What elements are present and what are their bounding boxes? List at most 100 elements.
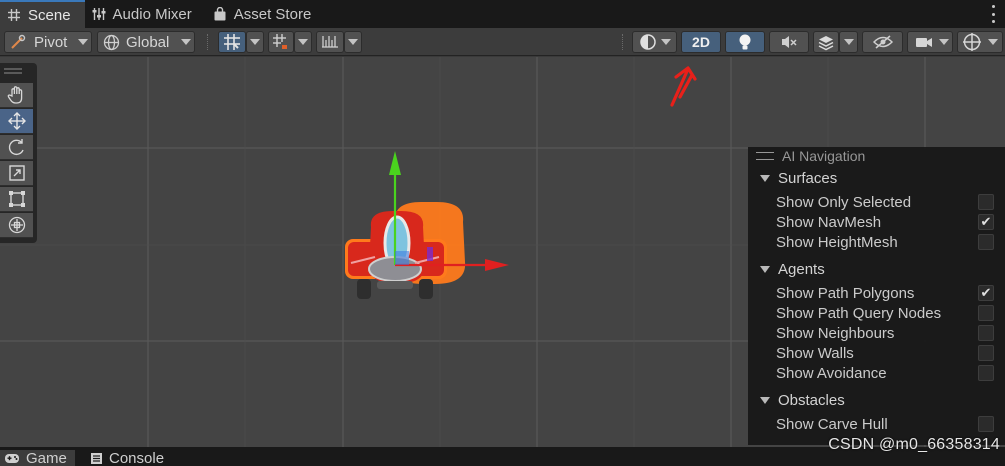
ruler-icon — [321, 34, 339, 50]
chevron-down-icon — [348, 39, 358, 45]
mixer-sliders-icon — [91, 6, 107, 22]
rect-tool-button[interactable] — [0, 187, 33, 212]
chevron-down-icon — [181, 39, 192, 45]
console-icon — [90, 452, 103, 465]
tab-label: Asset Store — [233, 5, 312, 23]
window-menu-icon[interactable] — [989, 5, 997, 23]
option-show-walls: Show Walls — [776, 345, 854, 362]
pivot-dropdown[interactable]: Pivot — [4, 31, 92, 53]
tab-label: Console — [109, 449, 165, 466]
checkmark-icon: ✔ — [980, 214, 992, 229]
gamepad-icon — [4, 452, 20, 464]
section-surfaces[interactable]: Surfaces — [760, 170, 837, 187]
audio-mute-icon — [780, 34, 798, 50]
foldout-arrow-icon — [760, 397, 770, 404]
pivot-label: Pivot — [34, 33, 68, 51]
tab-console[interactable]: Console — [90, 450, 164, 466]
gizmos-dropdown[interactable] — [957, 31, 1003, 53]
shopping-bag-icon — [212, 6, 228, 22]
tab-label: Game — [26, 449, 67, 466]
shading-mode-dropdown[interactable] — [632, 31, 677, 53]
scene-visibility-toggle[interactable] — [862, 31, 903, 53]
grid-snap-dropdown[interactable] — [246, 31, 264, 53]
shading-mode-icon — [639, 33, 657, 51]
scene-grid-icon — [6, 7, 22, 23]
2d-mode-label: 2D — [692, 34, 710, 50]
chevron-down-icon — [298, 39, 308, 45]
option-show-avoidance: Show Avoidance — [776, 365, 887, 382]
global-dropdown[interactable]: Global — [97, 31, 195, 53]
checkbox-show-heightmesh[interactable] — [978, 234, 994, 250]
move-tool-button[interactable] — [0, 109, 33, 134]
tab-audio-mixer[interactable]: Audio Mixer — [85, 0, 206, 28]
foldout-arrow-icon — [760, 175, 770, 182]
option-show-path-polygons: Show Path Polygons — [776, 285, 915, 302]
globe-icon — [103, 34, 120, 51]
2d-mode-toggle[interactable]: 2D — [681, 31, 721, 53]
camera-dropdown[interactable] — [907, 31, 953, 53]
checkbox-show-path-query-nodes[interactable] — [978, 305, 994, 321]
car-body — [345, 202, 466, 299]
watermark-text: CSDN @m0_66358314 — [828, 436, 1000, 453]
option-show-heightmesh: Show HeightMesh — [776, 234, 898, 251]
checkbox-show-navmesh[interactable]: ✔ — [978, 214, 994, 230]
checkbox-show-carve-hull[interactable] — [978, 416, 994, 432]
move-tool-icon — [7, 111, 27, 131]
checkbox-show-walls[interactable] — [978, 345, 994, 361]
section-label: Agents — [778, 261, 825, 278]
overlay-title-label: AI Navigation — [782, 148, 866, 164]
transform-tool-icon — [7, 215, 27, 235]
scene-lighting-toggle[interactable] — [725, 31, 765, 53]
checkbox-show-path-polygons[interactable]: ✔ — [978, 285, 994, 301]
drag-handle-icon[interactable] — [756, 152, 774, 160]
increment-snap-toggle[interactable] — [268, 31, 294, 53]
transform-tool-button[interactable] — [0, 213, 33, 238]
chevron-down-icon — [939, 39, 949, 45]
increment-snap-icon — [272, 33, 290, 51]
checkbox-show-avoidance[interactable] — [978, 365, 994, 381]
checkmark-icon: ✔ — [980, 285, 992, 300]
toolbar-separator — [622, 34, 624, 50]
chevron-down-icon — [843, 39, 854, 45]
checkbox-show-only-selected[interactable] — [978, 194, 994, 210]
overlay-title[interactable]: AI Navigation — [756, 148, 865, 164]
tab-asset-store[interactable]: Asset Store — [206, 0, 326, 28]
option-show-only-selected: Show Only Selected — [776, 194, 912, 211]
checkbox-show-neighbours[interactable] — [978, 325, 994, 341]
pivot-icon — [10, 34, 26, 50]
tools-palette — [0, 63, 37, 243]
effects-icon — [817, 33, 835, 51]
hand-tool-icon — [7, 85, 27, 105]
lighting-icon — [738, 33, 752, 51]
tab-scene[interactable]: Scene — [0, 0, 85, 28]
rect-tool-icon — [7, 189, 27, 209]
gizmos-icon — [962, 32, 982, 52]
chevron-down-icon — [78, 39, 89, 45]
ruler-toggle[interactable] — [316, 31, 344, 53]
scene-audio-toggle[interactable] — [769, 31, 809, 53]
top-tab-bar: Scene Audio Mixer Asset Store — [0, 0, 1005, 28]
car-sprite[interactable] — [335, 147, 515, 317]
rotate-tool-button[interactable] — [0, 135, 33, 160]
effects-dropdown[interactable] — [839, 31, 858, 53]
ruler-dropdown[interactable] — [344, 31, 362, 53]
effects-toggle[interactable] — [813, 31, 839, 53]
chevron-down-icon — [988, 39, 998, 45]
scale-tool-icon — [7, 163, 27, 183]
hand-tool-button[interactable] — [0, 83, 33, 108]
ai-navigation-overlay: AI Navigation Surfaces Show Only Selecte… — [748, 147, 1005, 445]
option-show-navmesh: Show NavMesh — [776, 214, 882, 231]
global-label: Global — [126, 33, 170, 51]
visibility-icon — [872, 34, 893, 50]
section-agents[interactable]: Agents — [760, 261, 825, 278]
increment-snap-dropdown[interactable] — [294, 31, 312, 53]
scale-tool-button[interactable] — [0, 161, 33, 186]
tab-game[interactable]: Game — [0, 450, 75, 466]
grid-snap-toggle[interactable] — [218, 31, 246, 53]
section-obstacles[interactable]: Obstacles — [760, 392, 845, 409]
camera-icon — [915, 35, 933, 49]
drag-handle-icon[interactable] — [4, 67, 22, 75]
section-label: Obstacles — [778, 392, 845, 409]
foldout-arrow-icon — [760, 266, 770, 273]
grid-snap-icon — [223, 33, 241, 51]
